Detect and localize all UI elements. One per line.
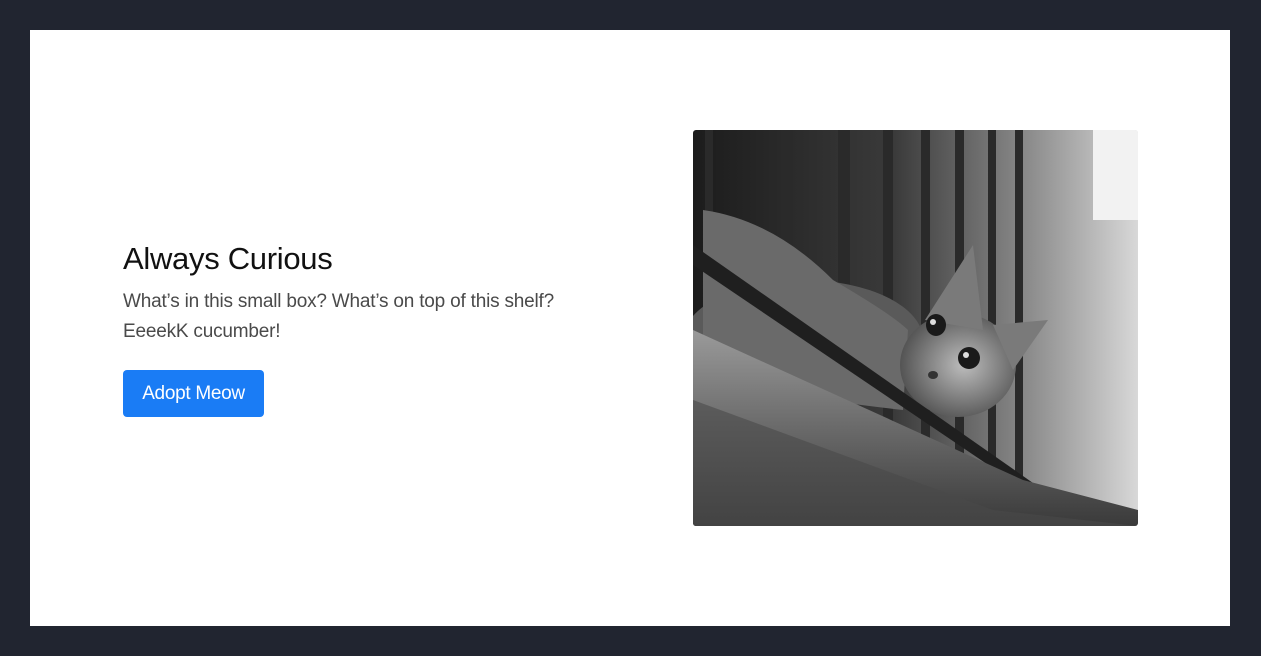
hero-description-line-2: EeeekK cucumber! xyxy=(123,321,281,342)
hero-text: Always Curious What’s in this small box?… xyxy=(123,237,583,417)
hero-title: Always Curious xyxy=(123,241,333,276)
cat-photo xyxy=(693,130,1138,526)
content-card: Always Curious What’s in this small box?… xyxy=(30,30,1230,626)
hero-description: What’s in this small box? What’s on top … xyxy=(123,287,583,347)
cat-photo-illustration xyxy=(693,130,1138,526)
adopt-meow-button[interactable]: Adopt Meow xyxy=(123,370,264,417)
hero-description-line-1: What’s in this small box? What’s on top … xyxy=(123,291,554,312)
